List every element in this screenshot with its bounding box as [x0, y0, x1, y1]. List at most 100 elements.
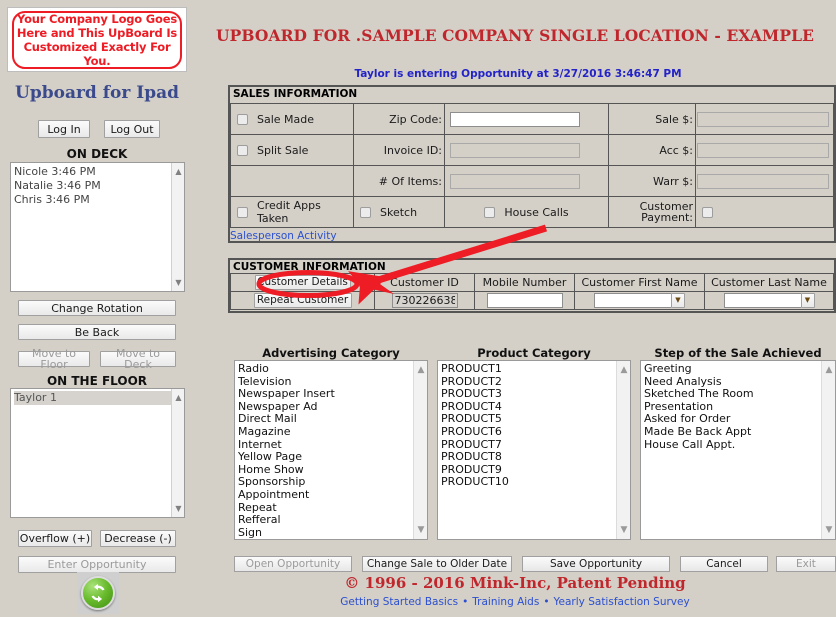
list-item[interactable]: Greeting	[644, 362, 821, 376]
decrease-button[interactable]: Decrease (-)	[100, 530, 176, 547]
sale-made-cell[interactable]: Sale Made	[230, 103, 354, 135]
list-item[interactable]: Natalie 3:46 PM	[14, 179, 171, 193]
scroll-down-icon[interactable]: ▼	[414, 523, 427, 537]
list-item[interactable]: Radio	[238, 362, 413, 376]
repeat-customer-button[interactable]: Repeat Customer	[253, 293, 352, 308]
sale-dollars-input[interactable]	[697, 111, 829, 127]
split-sale-cell[interactable]: Split Sale	[230, 134, 354, 166]
split-sale-checkbox[interactable]	[237, 144, 248, 156]
list-item[interactable]: PRODUCT8	[441, 451, 616, 464]
copyright-text: © 1996 - 2016 Mink-Inc, Patent Pending	[344, 574, 686, 592]
on-the-floor-items[interactable]: Taylor 1	[11, 389, 171, 517]
acc-dollars-input[interactable]	[697, 142, 829, 158]
page-title: UPBOARD FOR .SAMPLE COMPANY SINGLE LOCAT…	[215, 26, 814, 45]
be-back-button[interactable]: Be Back	[18, 324, 176, 340]
change-rotation-button[interactable]: Change Rotation	[18, 300, 176, 316]
credit-apps-cell[interactable]: Credit Apps Taken	[230, 196, 354, 228]
acc-dollars-label-cell: Acc $:	[608, 134, 696, 166]
move-to-floor-button[interactable]: Move to Floor	[18, 348, 90, 370]
first-name-input[interactable]	[594, 293, 671, 308]
sketch-cell[interactable]: Sketch	[353, 196, 445, 228]
on-the-floor-scrollbar[interactable]: ▲ ▼	[171, 389, 184, 517]
list-item[interactable]: Taylor 1	[14, 391, 171, 405]
logo-line-1: Your Company Logo Goes	[17, 11, 177, 26]
change-sale-to-older-date-button[interactable]: Change Sale to Older Date	[362, 556, 512, 572]
product-category-items[interactable]: PRODUCT1 PRODUCT2 PRODUCT3 PRODUCT4 PRODUCT5…	[438, 361, 616, 539]
training-aids-link[interactable]: Training Aids	[472, 596, 539, 608]
product-category-list[interactable]: PRODUCT1 PRODUCT2 PRODUCT3 PRODUCT4 PRODUCT5…	[437, 360, 631, 540]
save-opportunity-button[interactable]: Save Opportunity	[522, 556, 670, 572]
chevron-down-icon[interactable]: ▼	[800, 293, 815, 308]
list-item[interactable]: PRODUCT10	[441, 476, 616, 489]
list-item[interactable]: Made Be Back Appt	[644, 425, 821, 439]
invoice-id-label-cell: Invoice ID:	[353, 134, 445, 166]
on-deck-scrollbar[interactable]: ▲ ▼	[171, 163, 184, 291]
list-item[interactable]: Refferal	[238, 514, 413, 527]
list-item[interactable]: PRODUCT3	[441, 388, 616, 401]
house-calls-cell[interactable]: House Calls	[444, 196, 609, 228]
on-deck-items[interactable]: Nicole 3:46 PM Natalie 3:46 PM Chris 3:46 …	[11, 163, 171, 291]
customer-payment-label-cell: Customer Payment:	[608, 196, 696, 228]
on-deck-list[interactable]: Nicole 3:46 PM Natalie 3:46 PM Chris 3:46 …	[10, 162, 185, 292]
chevron-down-icon[interactable]: ▼	[671, 293, 685, 308]
log-in-button[interactable]: Log In	[38, 120, 90, 138]
overflow-button[interactable]: Overflow (+)	[18, 530, 92, 547]
scroll-down-icon[interactable]: ▼	[172, 502, 184, 515]
product-scrollbar[interactable]: ▲ ▼	[616, 361, 630, 539]
advertising-category-items[interactable]: Radio Television Newspaper Insert Newspaper…	[235, 361, 413, 539]
list-item[interactable]: PRODUCT1	[441, 362, 616, 376]
on-the-floor-list[interactable]: Taylor 1 ▲ ▼	[10, 388, 185, 518]
scroll-down-icon[interactable]: ▼	[617, 523, 630, 537]
list-item[interactable]: Nicole 3:46 PM	[14, 165, 171, 179]
scroll-down-icon[interactable]: ▼	[172, 276, 184, 289]
customer-payment-checkbox[interactable]	[702, 206, 713, 218]
exit-button[interactable]: Exit	[776, 556, 836, 572]
link-separator: •	[543, 596, 550, 608]
list-item[interactable]: Yellow Page	[238, 451, 413, 464]
list-item[interactable]: PRODUCT6	[441, 425, 616, 439]
list-item[interactable]: Appointment	[238, 488, 413, 502]
invoice-id-input[interactable]	[450, 142, 580, 158]
refresh-icon[interactable]	[81, 576, 115, 610]
log-out-button[interactable]: Log Out	[104, 120, 160, 138]
customer-details-button[interactable]: Customer Details	[254, 275, 351, 290]
mobile-number-input[interactable]	[486, 293, 563, 308]
move-to-deck-button[interactable]: Move to Deck	[100, 348, 176, 370]
customer-payment-field-cell	[695, 196, 834, 228]
warr-dollars-input[interactable]	[697, 173, 829, 189]
list-item[interactable]: Sign	[238, 526, 413, 539]
getting-started-basics-link[interactable]: Getting Started Basics	[340, 596, 458, 608]
customer-id-input[interactable]	[391, 293, 458, 308]
salesperson-activity-link[interactable]: Salesperson Activity	[230, 230, 337, 242]
last-name-cell: ▼	[704, 291, 834, 310]
zip-code-input[interactable]	[450, 111, 580, 127]
repeat-customer-cell: Repeat Customer	[230, 291, 375, 310]
list-item[interactable]: Chris 3:46 PM	[14, 193, 171, 207]
sale-made-checkbox[interactable]	[237, 113, 248, 125]
list-item[interactable]: Newspaper Insert	[238, 388, 413, 401]
list-item[interactable]: Sketched The Room	[644, 388, 821, 401]
cancel-button[interactable]: Cancel	[680, 556, 768, 572]
step-scrollbar[interactable]: ▲ ▼	[821, 361, 835, 539]
scroll-up-icon[interactable]: ▲	[617, 363, 630, 377]
open-opportunity-button[interactable]: Open Opportunity	[234, 556, 352, 572]
house-calls-checkbox[interactable]	[484, 206, 496, 218]
list-item[interactable]: Magazine	[238, 425, 413, 439]
credit-apps-label: Credit Apps Taken	[257, 199, 321, 225]
scroll-up-icon[interactable]: ▲	[822, 363, 835, 377]
scroll-up-icon[interactable]: ▲	[414, 363, 427, 377]
yearly-satisfaction-survey-link[interactable]: Yearly Satisfaction Survey	[554, 596, 690, 608]
enter-opportunity-button[interactable]: Enter Opportunity	[18, 556, 176, 573]
scroll-up-icon[interactable]: ▲	[172, 391, 184, 404]
last-name-input[interactable]	[723, 293, 801, 308]
sketch-checkbox[interactable]	[360, 206, 371, 218]
scroll-up-icon[interactable]: ▲	[172, 165, 184, 178]
step-of-sale-items[interactable]: Greeting Need Analysis Sketched The Room Pr…	[641, 361, 821, 539]
credit-apps-checkbox[interactable]	[237, 206, 248, 218]
list-item[interactable]: House Call Appt.	[644, 438, 821, 452]
num-items-input[interactable]	[450, 173, 580, 189]
scroll-down-icon[interactable]: ▼	[822, 523, 835, 537]
advertising-category-list[interactable]: Radio Television Newspaper Insert Newspaper…	[234, 360, 428, 540]
step-of-sale-list[interactable]: Greeting Need Analysis Sketched The Room Pr…	[640, 360, 836, 540]
advertising-scrollbar[interactable]: ▲ ▼	[413, 361, 427, 539]
